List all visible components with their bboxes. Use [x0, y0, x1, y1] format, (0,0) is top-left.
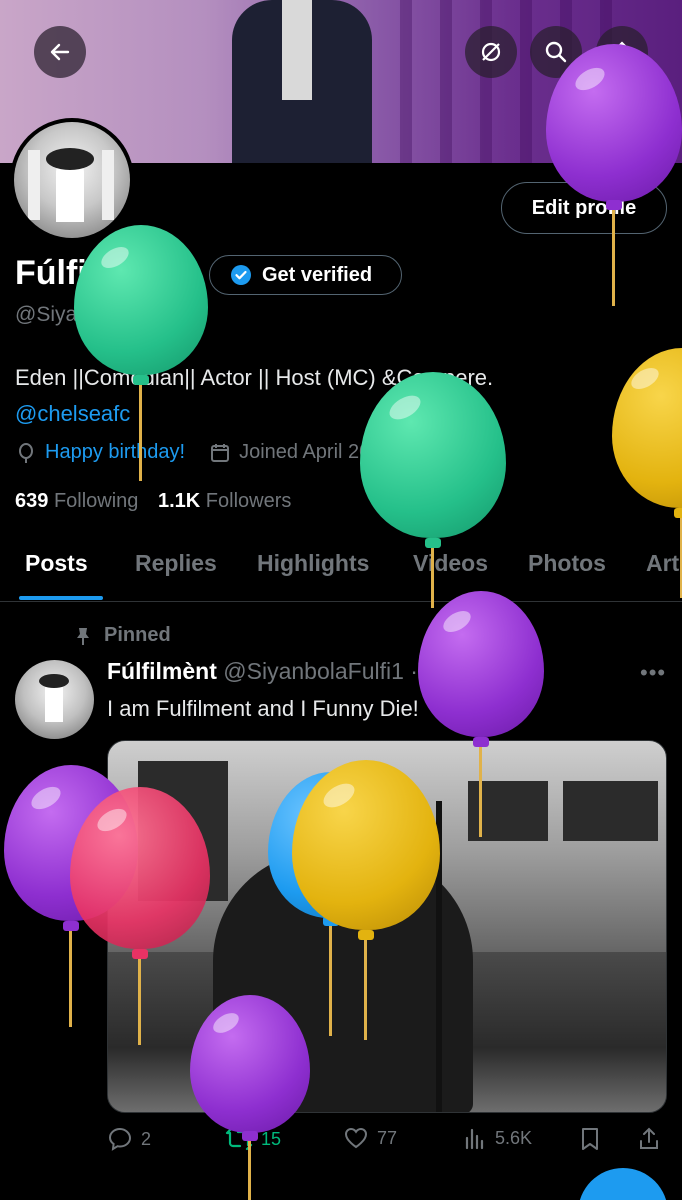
following-count: 639	[15, 490, 49, 512]
banner-speaker-figure	[232, 0, 372, 163]
sync-off-icon	[481, 42, 501, 62]
post-author-name[interactable]: Fúlfilmènt	[107, 658, 217, 684]
following-link[interactable]: 639 Following	[15, 490, 138, 512]
share-post-button[interactable]	[637, 1126, 661, 1152]
post-author-avatar[interactable]	[15, 660, 94, 739]
profile-tabs: Posts Replies Highlights Videos Photos A…	[0, 540, 682, 602]
bookmark-button[interactable]	[579, 1126, 601, 1152]
back-button[interactable]	[34, 26, 86, 78]
like-button[interactable]: 77	[343, 1126, 397, 1150]
curtain-fold	[480, 0, 492, 163]
tab-articles[interactable]: Articles	[646, 550, 682, 577]
tab-posts[interactable]: Posts	[25, 550, 88, 577]
reply-icon	[108, 1127, 132, 1151]
bookmark-icon	[582, 1128, 598, 1150]
avatar-figure-hands	[46, 148, 94, 170]
get-verified-label: Get verified	[262, 263, 373, 286]
profile-avatar[interactable]	[10, 118, 134, 242]
pin-icon	[77, 627, 89, 645]
avatar-pillar	[102, 150, 114, 220]
follow-stats: 639 Following 1.1K Followers	[15, 490, 291, 513]
followers-count: 1.1K	[157, 490, 201, 512]
tab-highlights[interactable]: Highlights	[257, 550, 369, 577]
tab-photos[interactable]: Photos	[528, 550, 606, 577]
pinned-label: Pinned	[104, 624, 171, 646]
curtain-fold	[520, 0, 532, 163]
reply-count: 2	[141, 1128, 152, 1149]
avatar-pillar	[28, 150, 40, 220]
curtain-fold	[400, 0, 412, 163]
curtain-fold	[440, 0, 452, 163]
share-icon	[640, 1127, 658, 1149]
compose-fab-button[interactable]	[578, 1168, 668, 1200]
arrow-left-icon	[50, 43, 70, 61]
tab-replies[interactable]: Replies	[135, 550, 217, 577]
heart-icon	[344, 1127, 368, 1149]
balloon-icon	[19, 442, 33, 463]
like-count: 77	[377, 1127, 398, 1148]
verified-badge-icon	[231, 265, 251, 285]
birthday-link[interactable]: Happy birthday!	[45, 441, 185, 464]
views-count: 5.6K	[495, 1127, 533, 1148]
active-tab-indicator	[19, 596, 103, 600]
photo-window	[563, 781, 658, 841]
pinned-indicator: Pinned	[74, 624, 171, 647]
reply-button[interactable]: 2	[107, 1126, 151, 1152]
tab-videos[interactable]: Videos	[413, 550, 488, 577]
analytics-icon	[465, 1128, 484, 1150]
sync-button[interactable]	[465, 26, 517, 78]
calendar-icon	[211, 443, 230, 462]
search-icon	[545, 41, 567, 63]
views-button[interactable]: 5.6K	[463, 1126, 532, 1150]
post-text: I am Fulfilment and I Funny Die!	[107, 696, 419, 721]
following-label: Following	[53, 490, 139, 512]
followers-label: Followers	[205, 490, 292, 512]
get-verified-button[interactable]: Get verified	[209, 255, 402, 295]
followers-link[interactable]: 1.1K Followers	[158, 490, 291, 512]
profile-meta: Happy birthday! Joined April 2020	[15, 441, 393, 464]
post-actions: 2 15 77 5.6K	[107, 1126, 667, 1160]
more-options-icon[interactable]: •••	[640, 660, 666, 686]
